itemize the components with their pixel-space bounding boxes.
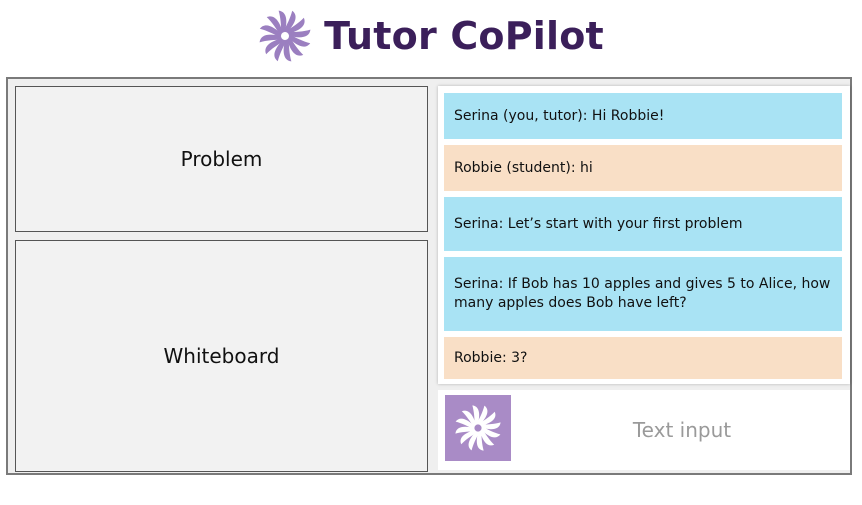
workspace: Problem Whiteboard Serina (you, tutor): … bbox=[6, 77, 852, 475]
app-title: Tutor CoPilot bbox=[324, 14, 604, 58]
chat-message-text: Serina: Let’s start with your first prob… bbox=[454, 215, 743, 232]
chat-text-input[interactable] bbox=[518, 400, 846, 460]
chat-message-text: Robbie: 3? bbox=[454, 349, 528, 366]
chat-message-text: Serina: If Bob has 10 apples and gives 5… bbox=[454, 276, 831, 311]
header: Tutor CoPilot bbox=[0, 0, 862, 72]
brand: Tutor CoPilot bbox=[258, 9, 604, 63]
chat-message: Serina (you, tutor): Hi Robbie! bbox=[444, 93, 842, 139]
chat-message: Serina: If Bob has 10 apples and gives 5… bbox=[444, 257, 842, 331]
chat-message-text: Robbie (student): hi bbox=[454, 159, 593, 176]
problem-label: Problem bbox=[180, 147, 263, 171]
spiral-flower-icon bbox=[455, 405, 501, 451]
chat-message: Serina: Let’s start with your first prob… bbox=[444, 197, 842, 251]
spiral-flower-icon bbox=[259, 10, 311, 62]
whiteboard-panel[interactable]: Whiteboard bbox=[15, 240, 428, 472]
copilot-button[interactable] bbox=[445, 395, 511, 461]
input-area bbox=[438, 390, 850, 470]
chat-message: Robbie: 3? bbox=[444, 337, 842, 379]
chat-message: Robbie (student): hi bbox=[444, 145, 842, 191]
chat-message-text: Serina (you, tutor): Hi Robbie! bbox=[454, 107, 665, 124]
problem-panel[interactable]: Problem bbox=[15, 86, 428, 232]
whiteboard-label: Whiteboard bbox=[163, 344, 280, 368]
chat-log[interactable]: Serina (you, tutor): Hi Robbie! Robbie (… bbox=[438, 86, 850, 384]
